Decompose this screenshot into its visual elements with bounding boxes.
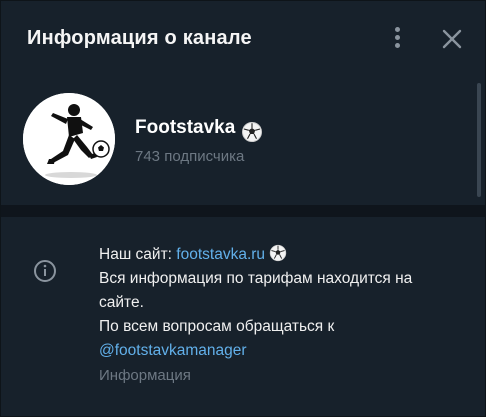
panel-header: Информация о канале — [1, 1, 485, 75]
description-line-2: Вся информация по тарифам находится на — [99, 270, 413, 287]
close-icon — [442, 29, 462, 49]
section-divider — [1, 205, 485, 217]
channel-avatar[interactable] — [23, 93, 115, 185]
subscriber-count: 743 подписчика — [135, 148, 245, 165]
panel-title: Информация о канале — [27, 27, 252, 49]
more-options-button[interactable] — [385, 23, 411, 53]
channel-profile: Footstavka 743 подписчика — [1, 75, 485, 205]
site-link[interactable]: footstavka.ru — [176, 246, 265, 263]
channel-info-panel: Информация о канале Footstavka 743 подпи… — [0, 0, 486, 417]
soccer-ball-icon — [269, 244, 287, 262]
close-button[interactable] — [437, 25, 467, 53]
site-prefix: Наш сайт: — [99, 246, 177, 263]
channel-name: Footstavka — [135, 117, 236, 138]
footballer-kicking-ball-icon — [23, 93, 115, 185]
description-line-3: сайте. — [99, 294, 144, 311]
info-field-label: Информация — [99, 367, 191, 384]
channel-info-section: Наш сайт: footstavka.ru Вся информация п… — [1, 217, 485, 416]
site-line: Наш сайт: footstavka.ru — [99, 243, 459, 267]
contact-link[interactable]: @footstavkamanager — [99, 339, 459, 363]
channel-description: Наш сайт: footstavka.ru Вся информация п… — [99, 243, 459, 363]
soccer-ball-icon — [242, 122, 262, 142]
info-icon — [34, 260, 56, 282]
description-line-4: По всем вопросам обращаться к — [99, 318, 335, 335]
